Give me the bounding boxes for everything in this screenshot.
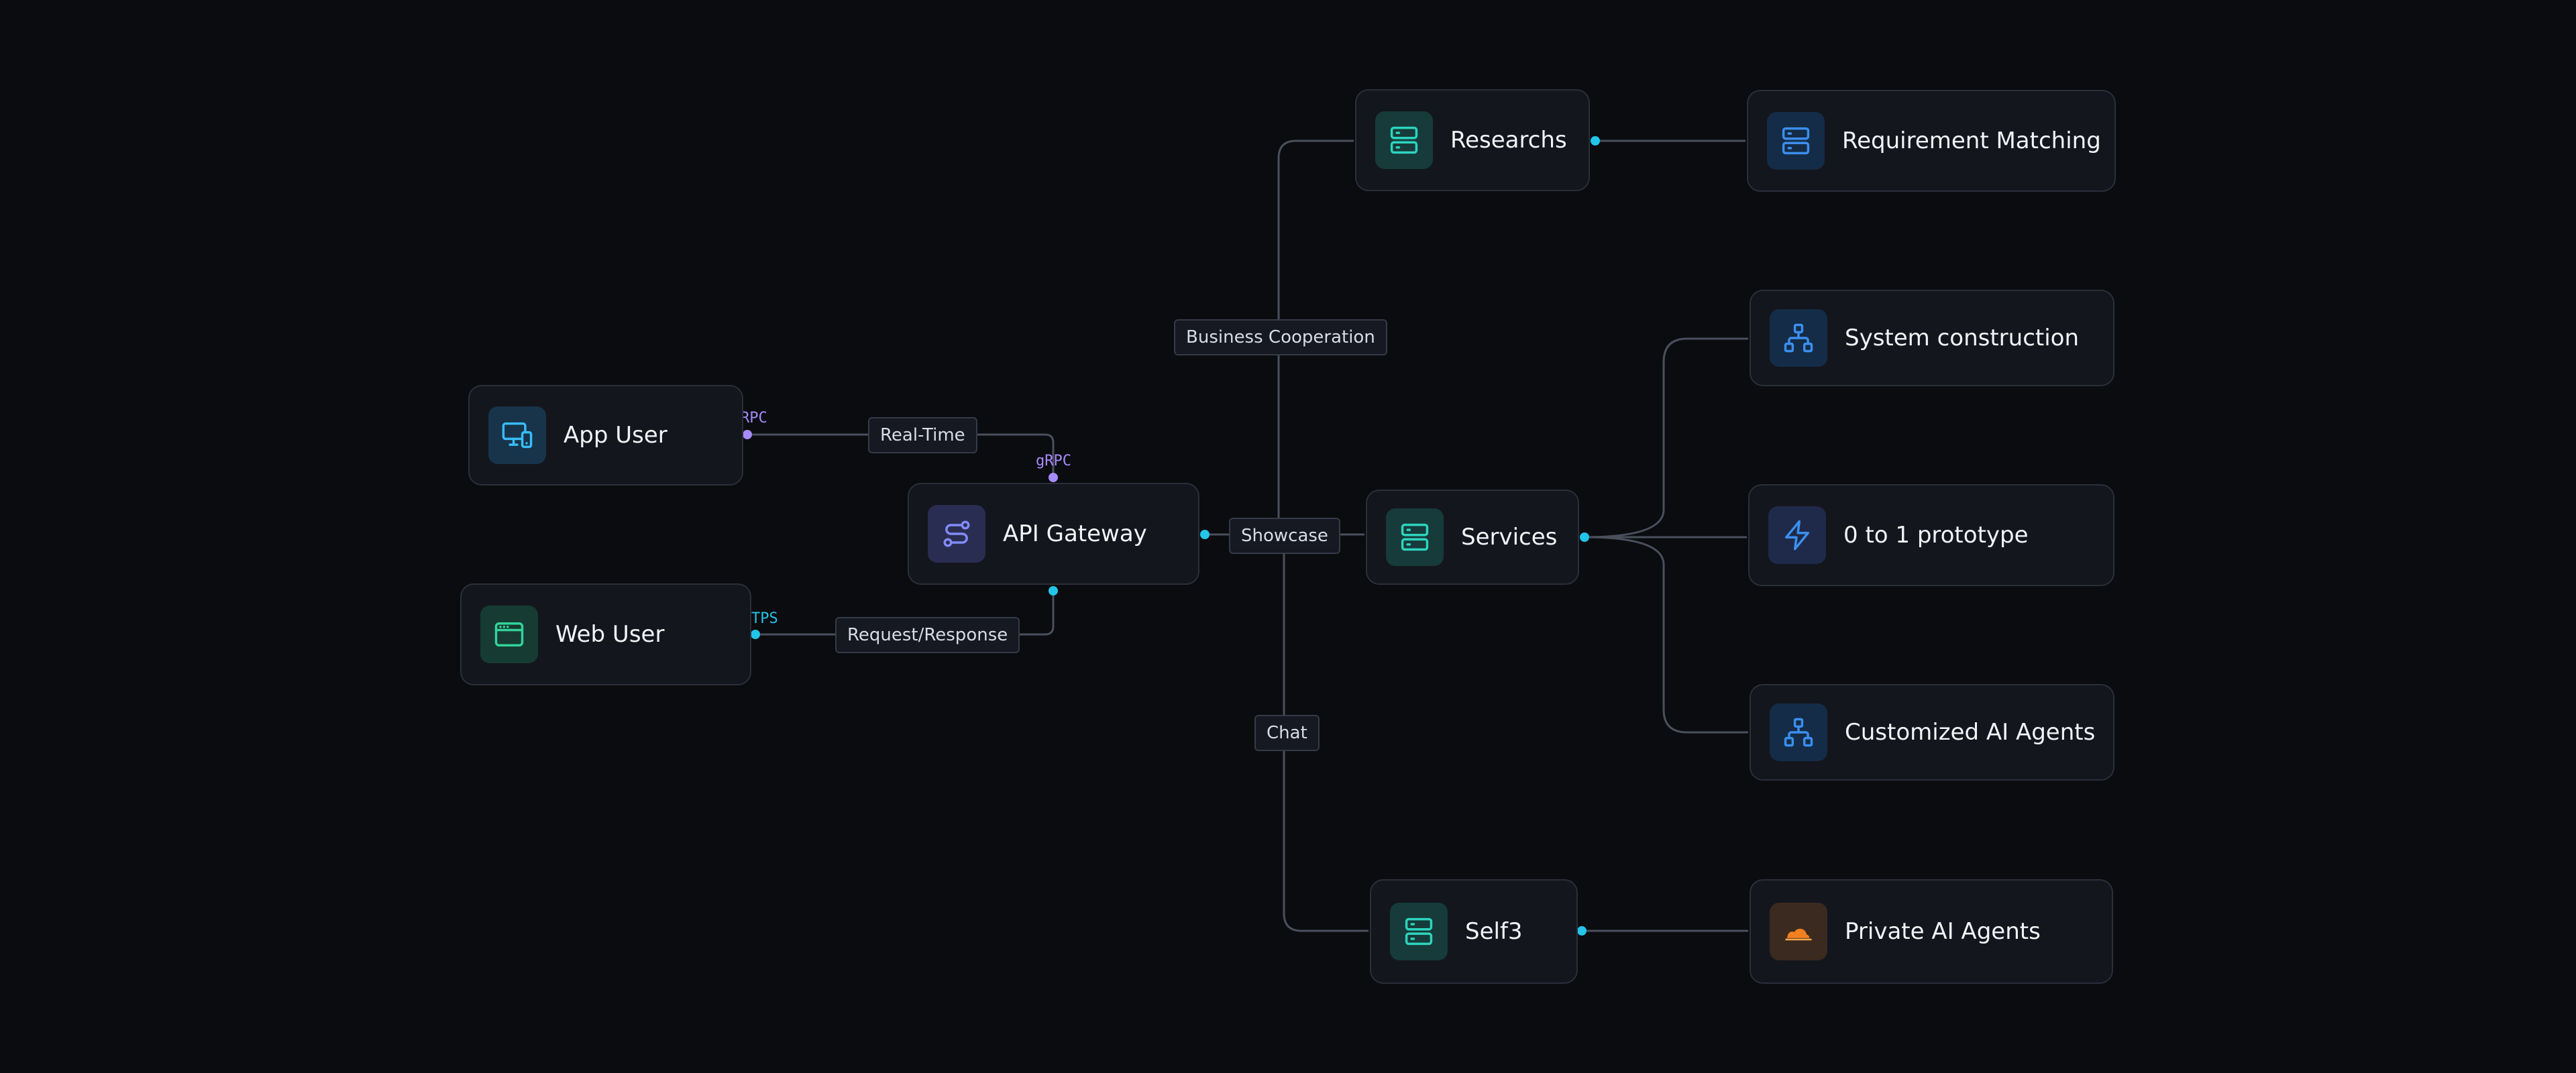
node-self3[interactable]: Self3 (1370, 879, 1578, 984)
port-label-app-user: RPC (741, 410, 767, 427)
node-requirement-matching[interactable]: Requirement Matching (1747, 90, 2116, 192)
route-icon (928, 505, 985, 563)
node-label: Requirement Matching (1842, 127, 2101, 154)
port-label-gateway: gRPC (1036, 453, 1071, 469)
port-dot (1049, 473, 1058, 482)
node-private-agents[interactable]: Private AI Agents (1750, 879, 2113, 984)
node-label: System construction (1845, 325, 2080, 351)
network-icon (1770, 703, 1827, 761)
edge-label-request-response: Request/Response (835, 617, 1020, 653)
node-label: Researchs (1450, 127, 1567, 154)
node-label: Customized AI Agents (1845, 719, 2096, 746)
node-label: Web User (555, 621, 665, 648)
node-label: Private AI Agents (1845, 918, 2041, 945)
node-label: App User (564, 422, 667, 449)
edge-label-showcase: Showcase (1229, 518, 1340, 554)
edge-services-agents (1584, 536, 1748, 734)
cloud-icon (1770, 903, 1827, 960)
node-researchs[interactable]: Researchs (1355, 89, 1590, 191)
lightning-icon (1768, 506, 1826, 564)
devices-icon (488, 406, 546, 464)
port-dot (1591, 136, 1600, 146)
edge-label-chat: Chat (1254, 715, 1320, 751)
port-label-web-user: TPS (751, 610, 778, 627)
node-label: API Gateway (1003, 520, 1147, 547)
server-icon (1390, 903, 1448, 960)
node-label: 0 to 1 prototype (1843, 522, 2029, 549)
edge-label-real-time: Real-Time (868, 417, 977, 453)
node-customized-agents[interactable]: Customized AI Agents (1750, 684, 2114, 781)
port-dot (743, 430, 752, 439)
server-icon (1375, 111, 1433, 169)
port-dot (1580, 532, 1589, 542)
node-app-user[interactable]: App User (468, 385, 743, 486)
port-dot (1200, 530, 1210, 539)
node-web-user[interactable]: Web User (460, 583, 751, 685)
edge-services-system (1584, 337, 1748, 539)
server-icon (1386, 508, 1444, 566)
node-label: Services (1461, 524, 1558, 551)
network-icon (1770, 309, 1827, 367)
node-system-construction[interactable]: System construction (1750, 290, 2114, 386)
node-services[interactable]: Services (1366, 490, 1579, 585)
port-dot (1577, 926, 1587, 936)
server-icon (1767, 112, 1825, 170)
port-dot (1049, 586, 1058, 596)
node-api-gateway[interactable]: API Gateway (908, 483, 1199, 585)
node-prototype[interactable]: 0 to 1 prototype (1748, 484, 2114, 586)
port-dot (751, 630, 760, 639)
browser-window-icon (480, 606, 538, 663)
node-label: Self3 (1465, 918, 1523, 945)
edge-label-business-cooperation: Business Cooperation (1174, 319, 1387, 355)
diagram-canvas: RPC gRPC TPS Real-Time Request/Response … (0, 0, 2576, 1073)
